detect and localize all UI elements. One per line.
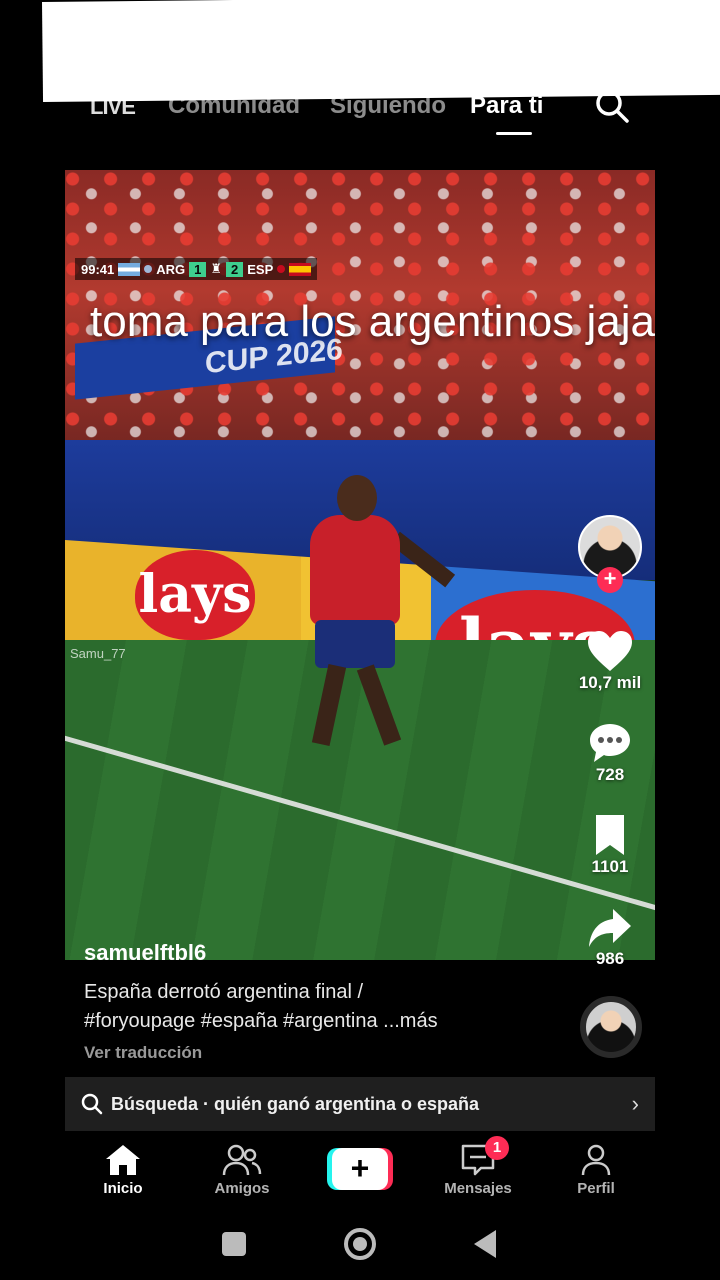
back-icon[interactable]	[474, 1230, 496, 1258]
profile-icon	[581, 1144, 611, 1176]
search-icon	[81, 1093, 103, 1115]
follow-button[interactable]: +	[597, 567, 623, 593]
player-head	[337, 475, 377, 521]
caption-hashtags[interactable]: #foryoupage #españa #argentina ...más	[84, 1007, 564, 1036]
nav-perfil[interactable]: Perfil	[541, 1140, 651, 1197]
lays-logo: lays	[135, 550, 255, 640]
pitch	[65, 640, 655, 960]
search-suggestion-bar[interactable]: Búsqueda · quién ganó argentina o españa…	[65, 1077, 655, 1131]
nav-inicio[interactable]: Inicio	[68, 1140, 178, 1197]
system-nav-bar	[0, 1212, 720, 1280]
translate-link[interactable]: Ver traducción	[84, 1043, 202, 1063]
like-button[interactable]: 10,7 mil	[570, 623, 650, 693]
like-count: 10,7 mil	[578, 673, 642, 692]
chevron-right-icon: ›	[631, 1091, 639, 1116]
home-team: ARG	[156, 261, 186, 277]
nav-label: Inicio	[103, 1180, 143, 1197]
nav-mensajes[interactable]: 1 Mensajes	[423, 1136, 533, 1197]
plus-icon: +	[332, 1148, 388, 1190]
messages-badge: 1	[485, 1136, 509, 1160]
match-clock: 99:41	[81, 261, 115, 277]
bottom-nav: Inicio Amigos + 1 Mensajes Perfil	[65, 1132, 655, 1212]
post-caption[interactable]: España derrotó argentina final / #foryou…	[84, 978, 564, 1036]
comment-button[interactable]: 728	[570, 715, 650, 785]
create-button[interactable]: +	[327, 1148, 393, 1190]
share-icon	[589, 909, 631, 947]
bookmark-icon	[596, 815, 624, 855]
team-dot	[277, 265, 286, 273]
video-overlay-text: toma para los argentinos jaja	[90, 297, 655, 346]
share-count: 986	[595, 949, 625, 968]
spain-flag-icon	[289, 262, 312, 276]
player-shirt	[310, 515, 400, 625]
home-icon	[106, 1145, 140, 1175]
home-score: 1	[189, 261, 207, 277]
music-disc-avatar[interactable]	[580, 996, 642, 1058]
nav-amigos[interactable]: Amigos	[187, 1140, 297, 1197]
bookmark-count: 1101	[591, 857, 629, 876]
scorebug: 99:41 ARG 1 ♜ 2 ESP	[75, 258, 318, 280]
team-dot	[144, 265, 153, 273]
friends-icon	[222, 1144, 262, 1176]
video-player[interactable]: CUP 2026 lays lays 99:41 ARG 1 ♜ 2 ESP t…	[65, 170, 655, 960]
search-suggestion-text: Búsqueda · quién ganó argentina o españa	[111, 1093, 480, 1114]
nav-label: Perfil	[577, 1180, 615, 1197]
argentina-flag-icon	[118, 262, 141, 276]
trophy-icon: ♜	[210, 261, 223, 276]
player-shorts	[315, 620, 395, 668]
watermark: Samu_77	[70, 646, 126, 661]
home-system-icon[interactable]	[344, 1228, 376, 1260]
active-tab-indicator	[496, 132, 532, 135]
bookmark-button[interactable]: 1101	[570, 807, 650, 877]
recents-icon[interactable]	[222, 1232, 246, 1256]
redaction-overlay	[42, 0, 720, 102]
share-button[interactable]: 986	[570, 899, 650, 969]
creator-username[interactable]: samuelftbl6	[84, 940, 206, 966]
nav-label: Mensajes	[444, 1180, 512, 1197]
away-team: ESP	[247, 261, 274, 277]
nav-label: Amigos	[214, 1180, 270, 1197]
comment-count: 728	[595, 765, 625, 784]
caption-line: España derrotó argentina final /	[84, 981, 364, 1003]
away-score: 2	[226, 261, 244, 277]
comment-icon	[590, 724, 630, 762]
heart-icon	[588, 631, 632, 671]
